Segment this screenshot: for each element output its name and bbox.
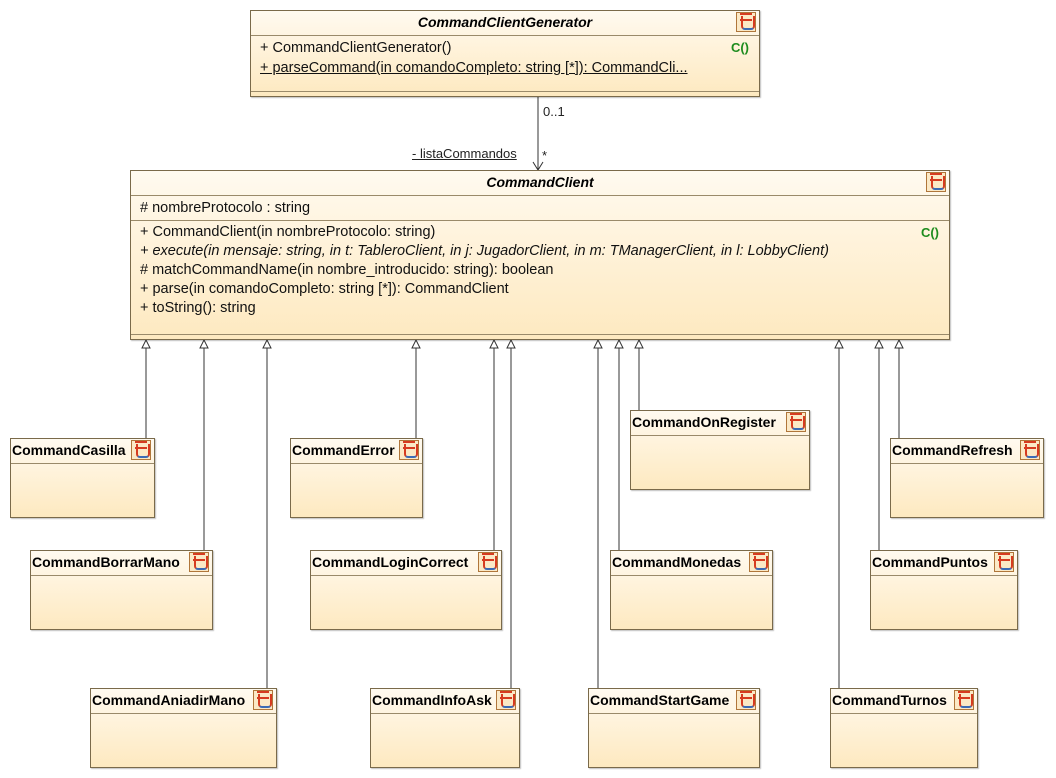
empty-compartment (611, 575, 772, 576)
empty-compartment (891, 463, 1043, 464)
generalization-arrowhead (634, 338, 644, 349)
operation-row: + CommandClientGenerator() C() (260, 40, 749, 56)
empty-compartment (31, 575, 212, 576)
java-class-icon (189, 552, 209, 572)
constructor-badge: C() (730, 40, 749, 55)
operation-row: + parse(in comandoCompleto: string [*]):… (140, 281, 509, 297)
generalization-arrowhead (894, 338, 904, 349)
empty-compartment (311, 575, 501, 576)
java-class-icon (954, 690, 974, 710)
class-name: CommandLoginCorrect (312, 554, 469, 570)
generalization-arrowhead (614, 338, 624, 349)
generalization-arrowhead (593, 338, 603, 349)
operation-row: + execute(in mensaje: string, in t: Tabl… (140, 243, 829, 259)
operation-row: + CommandClient(in nombreProtocolo: stri… (140, 224, 939, 240)
class-commandpuntos[interactable]: CommandPuntos (870, 550, 1018, 630)
empty-compartment (11, 463, 154, 464)
class-commandrefresh[interactable]: CommandRefresh (890, 438, 1044, 518)
operation-row: + parseCommand(in comandoCompleto: strin… (260, 60, 688, 76)
generalization-arrowhead (262, 338, 272, 349)
class-commandaniadirmano[interactable]: CommandAniadirMano (90, 688, 277, 768)
class-commandstartgame[interactable]: CommandStartGame (588, 688, 760, 768)
java-class-icon (131, 440, 151, 460)
class-commandcasilla[interactable]: CommandCasilla (10, 438, 155, 518)
class-commandlogincorrect[interactable]: CommandLoginCorrect (310, 550, 502, 630)
generalization-arrowhead (834, 338, 844, 349)
generalization-arrowhead (506, 338, 516, 349)
class-commanderror[interactable]: CommandError (290, 438, 423, 518)
empty-compartment (871, 575, 1017, 576)
class-commandmonedas[interactable]: CommandMonedas (610, 550, 773, 630)
empty-compartment (291, 463, 422, 464)
multiplicity-target: * (542, 148, 548, 163)
class-name: CommandMonedas (612, 554, 742, 570)
empty-compartment (589, 713, 759, 714)
constructor-badge: C() (920, 225, 939, 240)
class-commandinfoask[interactable]: CommandInfoAsk (370, 688, 520, 768)
java-class-icon (994, 552, 1014, 572)
java-class-icon (399, 440, 419, 460)
class-commandborrarmano[interactable]: CommandBorrarMano (30, 550, 213, 630)
multiplicity-source: 0..1 (543, 104, 565, 119)
class-commandclientgenerator[interactable]: CommandClientGenerator + CommandClientGe… (250, 10, 760, 97)
generalization-arrowhead (411, 338, 421, 349)
java-class-icon (926, 172, 946, 192)
java-class-icon (253, 690, 273, 710)
class-commandclient[interactable]: CommandClient # nombreProtocolo : string… (130, 170, 950, 340)
java-class-icon (786, 412, 806, 432)
class-commandturnos[interactable]: CommandTurnos (830, 688, 978, 768)
association-role: - listaCommandos (412, 146, 517, 161)
class-commandonregister[interactable]: CommandOnRegister (630, 410, 810, 490)
attributes-compartment: # nombreProtocolo : string (131, 195, 949, 220)
generalization-arrowhead (199, 338, 209, 349)
java-class-icon (496, 690, 516, 710)
java-class-icon (749, 552, 769, 572)
class-name: CommandClient (486, 174, 594, 190)
operation-row: + toString(): string (140, 300, 256, 316)
java-class-icon (736, 690, 756, 710)
class-name: CommandOnRegister (632, 414, 776, 430)
operation-row: # matchCommandName(in nombre_introducido… (140, 262, 554, 278)
empty-compartment (831, 713, 977, 714)
empty-compartment (631, 435, 809, 436)
empty-compartment (91, 713, 276, 714)
operations-compartment: + CommandClientGenerator() C() + parseCo… (251, 35, 759, 80)
class-name: CommandAniadirMano (92, 692, 246, 708)
java-class-icon (1020, 440, 1040, 460)
connectors (141, 96, 904, 688)
generalization-arrowhead (874, 338, 884, 349)
generalization-arrowhead (141, 338, 151, 349)
operations-compartment: + CommandClient(in nombreProtocolo: stri… (131, 220, 949, 320)
empty-compartment (251, 91, 759, 92)
attribute-row: # nombreProtocolo : string (140, 200, 311, 216)
java-class-icon (478, 552, 498, 572)
empty-compartment (131, 334, 949, 335)
class-name: CommandBorrarMano (32, 554, 180, 570)
empty-compartment (371, 713, 519, 714)
generalization-arrowhead (489, 338, 499, 349)
class-name: CommandStartGame (590, 692, 730, 708)
java-class-icon (736, 12, 756, 32)
class-name: CommandClientGenerator (417, 14, 593, 30)
